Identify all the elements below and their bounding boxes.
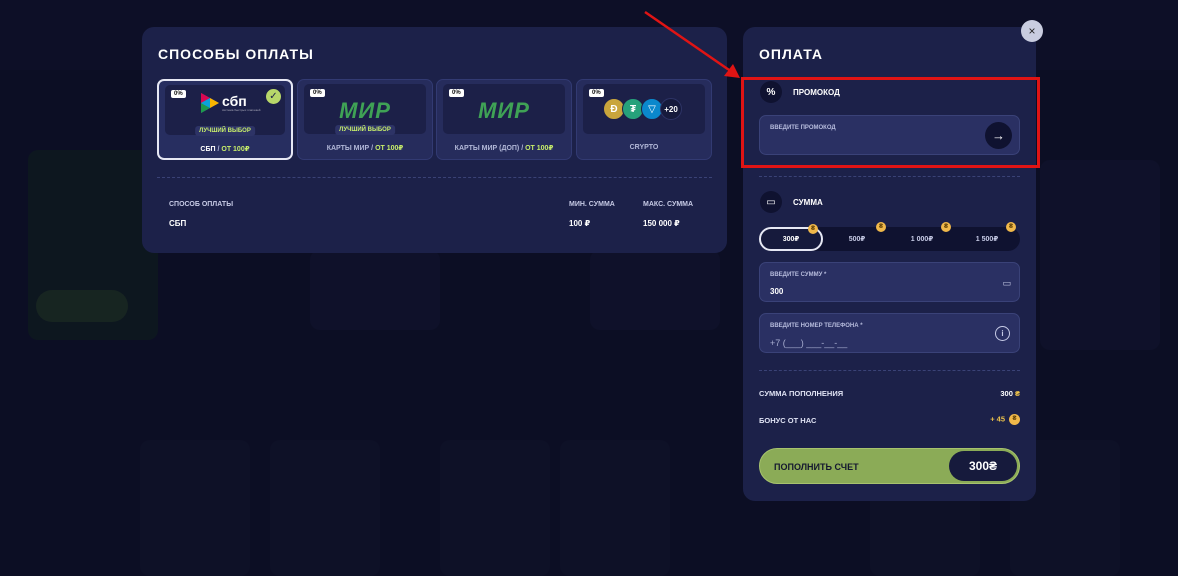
coin-icon: ₴	[941, 222, 951, 232]
coin-icon: ₴	[808, 224, 818, 234]
promo-highlight-annotation	[741, 77, 1040, 168]
cash-icon: ▭	[760, 191, 782, 213]
deposit-submit-button[interactable]: ПОПОЛНИТЬ СЧЕТ 300₴	[759, 448, 1020, 484]
max-sum-value: 150 000 ₽	[643, 219, 680, 228]
method-logo-area: 0% Ð ₮ ▽ +20	[583, 84, 705, 134]
method-label: СБП / ОТ 100₽	[200, 146, 250, 153]
phone-label: ВВЕДИТЕ НОМЕР ТЕЛЕФОНА *	[770, 323, 863, 329]
amount-chip-1000[interactable]: 1 000₽ ₴	[890, 222, 954, 251]
sbp-wordmark: сбп	[222, 93, 247, 109]
method-card-sbp[interactable]: 0% ✓ сбп система быстрых платежей ЛУЧШИЙ…	[157, 79, 293, 160]
methods-title: СПОСОБЫ ОПЛАТЫ	[158, 46, 314, 62]
mir-logo: МИР	[478, 98, 530, 123]
fee-badge: 0%	[171, 90, 186, 98]
amount-chip-1500[interactable]: 1 500₽ ₴	[955, 222, 1019, 251]
method-card-crypto[interactable]: 0% Ð ₮ ▽ +20 CRYPTO	[576, 79, 712, 160]
method-info-label: СПОСОБ ОПЛАТЫ	[169, 201, 234, 208]
best-choice-badge: ЛУЧШИЙ ВЫБОР	[195, 126, 255, 136]
sbp-triangle-icon	[201, 93, 219, 113]
amount-chip-300[interactable]: 300₽ ₴	[759, 224, 823, 251]
mir-logo: МИР	[339, 98, 391, 123]
check-icon: ✓	[266, 89, 281, 104]
method-logo-area: 0% МИР	[443, 84, 565, 134]
min-sum-label: МИН. СУММА	[569, 201, 615, 208]
method-label: КАРТЫ МИР / ОТ 100₽	[326, 145, 404, 152]
phone-input[interactable]: +7 (___) ___-__-__	[770, 338, 847, 348]
fee-badge: 0%	[589, 89, 604, 97]
method-label: КАРТЫ МИР (ДОП) / ОТ 100₽	[454, 145, 554, 152]
amount-label: ВВЕДИТЕ СУММУ *	[770, 272, 827, 278]
amount-presets: 300₽ ₴ 500₽ ₴ 1 000₽ ₴ 1 500₽ ₴	[759, 222, 1020, 251]
methods-divider	[157, 177, 712, 178]
more-coins-badge: +20	[660, 98, 682, 120]
method-logo-area: 0% МИР ЛУЧШИЙ ВЫБОР	[304, 84, 426, 135]
sbp-subtitle: система быстрых платежей	[222, 108, 261, 112]
close-icon[interactable]: ×	[1021, 20, 1043, 42]
sbp-logo: сбп система быстрых платежей	[201, 93, 260, 113]
method-card-mir[interactable]: 0% МИР ЛУЧШИЙ ВЫБОР КАРТЫ МИР / ОТ 100₽	[297, 79, 433, 160]
deposit-value: 300 ₴	[1000, 389, 1020, 398]
amount-title: СУММА	[793, 198, 823, 207]
crypto-icons: Ð ₮ ▽ +20	[603, 98, 682, 120]
coin-icon: ₴	[1009, 414, 1020, 425]
min-sum-value: 100 ₽	[569, 219, 591, 228]
amount-input[interactable]: 300	[770, 287, 783, 296]
deposit-label: СУММА ПОПОЛНЕНИЯ	[759, 389, 844, 398]
best-choice-badge: ЛУЧШИЙ ВЫБОР	[335, 125, 395, 135]
bonus-label: БОНУС ОТ НАС	[759, 416, 817, 425]
info-icon[interactable]: i	[995, 326, 1010, 341]
coin-icon: ₴	[1006, 222, 1016, 232]
method-logo-area: 0% ✓ сбп система быстрых платежей ЛУЧШИЙ…	[165, 85, 285, 136]
method-info-value: СБП	[169, 219, 187, 228]
bonus-value: + 45 ₴	[990, 414, 1020, 425]
method-label: CRYPTO	[629, 144, 659, 151]
annotation-arrow-icon	[644, 10, 740, 78]
summary-divider	[759, 370, 1020, 371]
coin-icon: ₴	[876, 222, 886, 232]
promo-divider	[759, 176, 1020, 177]
amount-chip-500[interactable]: 500₽ ₴	[825, 222, 889, 251]
submit-label: ПОПОЛНИТЬ СЧЕТ	[774, 462, 859, 472]
fee-badge: 0%	[310, 89, 325, 97]
method-card-mir-extra[interactable]: 0% МИР КАРТЫ МИР (ДОП) / ОТ 100₽	[436, 79, 572, 160]
fee-badge: 0%	[449, 89, 464, 97]
submit-amount: 300₴	[949, 451, 1017, 481]
payment-title: ОПЛАТА	[759, 46, 823, 62]
wallet-icon: ▭	[1002, 278, 1011, 288]
max-sum-label: МАКС. СУММА	[643, 201, 694, 208]
phone-field[interactable]: ВВЕДИТЕ НОМЕР ТЕЛЕФОНА * +7 (___) ___-__…	[759, 313, 1020, 353]
amount-field[interactable]: ВВЕДИТЕ СУММУ * 300 ▭	[759, 262, 1020, 302]
